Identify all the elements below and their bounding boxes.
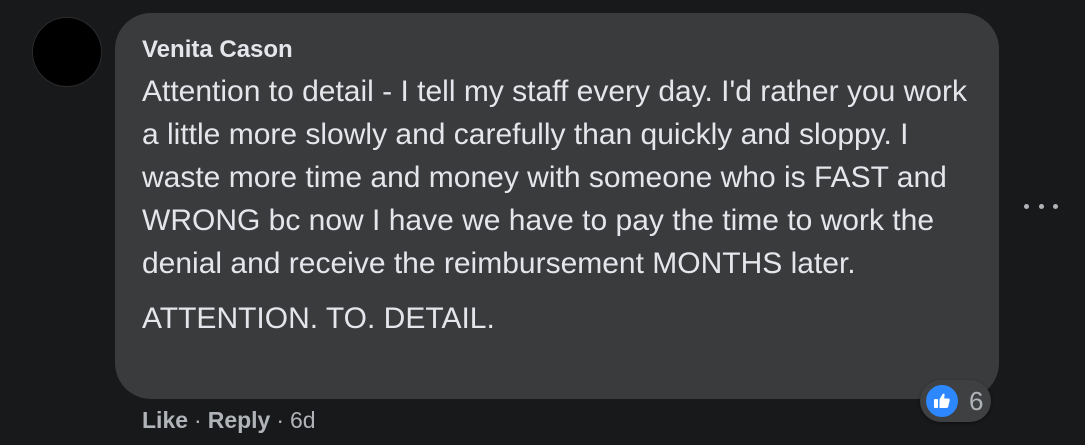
more-options-button[interactable] [1024,196,1058,216]
comment-actions: Like · Reply · 6d [142,404,316,436]
like-button[interactable]: Like [142,407,188,434]
comment-thread: Venita Cason Attention to detail - I tel… [0,0,1085,445]
separator: · [276,406,285,433]
comment-text-paragraph: ATTENTION. TO. DETAIL. [142,302,495,335]
reaction-count: 6 [969,385,984,416]
reply-button[interactable]: Reply [208,407,271,434]
thumbs-up-icon [924,383,960,419]
separator: · [194,406,202,433]
ellipsis-icon [1024,203,1029,209]
comment-text-paragraph: Attention to detail - I tell my staff ev… [142,75,967,280]
thumbs-up-glyph [934,393,950,408]
ellipsis-icon [1038,203,1044,209]
avatar[interactable] [32,17,102,87]
comment-author[interactable]: Venita Cason [142,36,972,64]
timestamp[interactable]: 6d [290,407,316,434]
ellipsis-icon [1053,203,1058,209]
reactions-summary[interactable]: 6 [920,380,992,422]
comment-bubble: Venita Cason Attention to detail - I tel… [115,13,999,399]
